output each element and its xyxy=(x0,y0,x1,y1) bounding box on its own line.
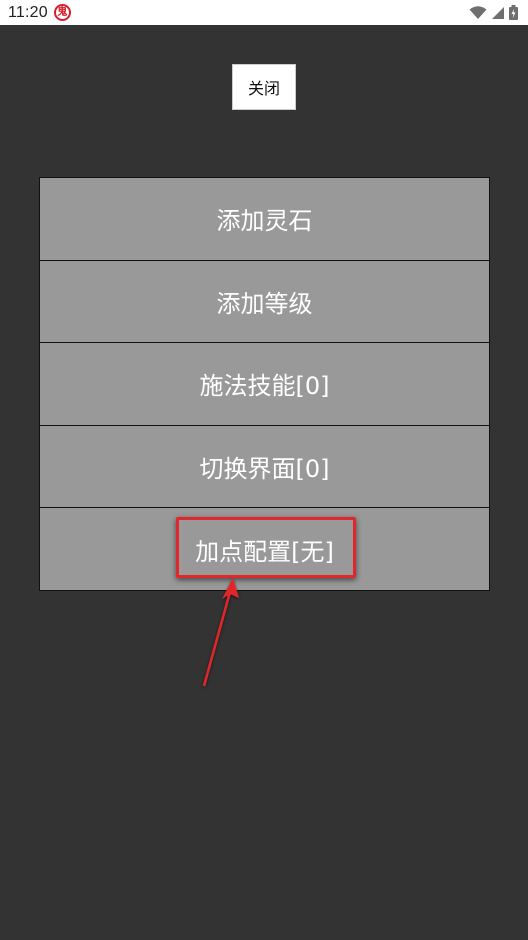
annotation-arrow xyxy=(202,578,239,687)
